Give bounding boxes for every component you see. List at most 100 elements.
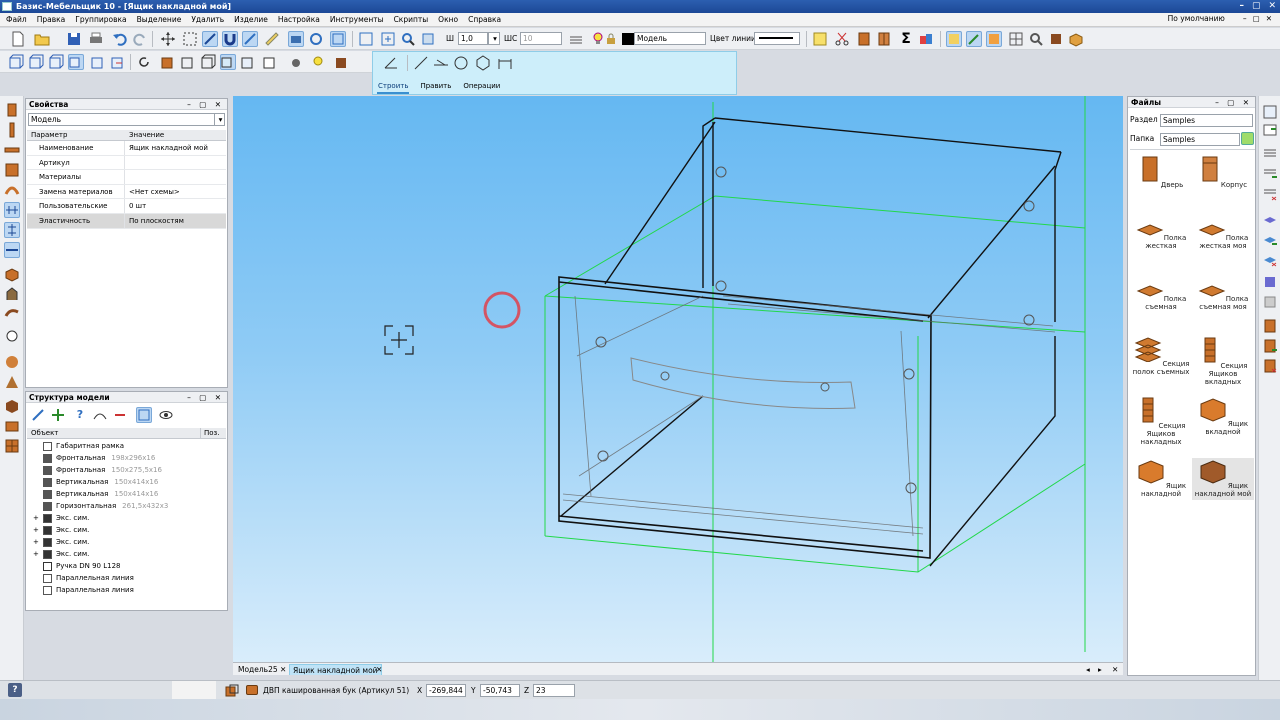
tree-item[interactable]: + Экс. сим. [33,548,226,560]
tree-item[interactable]: Ручка DN 90 L128 [33,560,226,572]
ruler-icon[interactable] [264,31,280,47]
sketch-icon[interactable] [383,55,399,71]
orbit-icon[interactable] [308,31,324,47]
file-item-shelf-removable-mine[interactable]: Полка съемная моя [1192,283,1254,311]
layout-icon[interactable] [986,31,1002,47]
panel-horizontal-icon[interactable] [4,142,20,158]
remove-icon[interactable] [112,407,128,423]
menu-settings[interactable]: Настройка [278,15,320,24]
rotate-view-icon[interactable] [136,54,152,70]
file-item-door[interactable]: Дверь [1130,155,1192,189]
edit-icon[interactable] [966,31,982,47]
drawing-icon[interactable] [946,31,962,47]
grid-icon[interactable] [1008,31,1024,47]
shade-solid-icon[interactable] [160,54,176,70]
snap-icon[interactable] [202,31,218,47]
shade-transparent-icon[interactable] [220,54,236,70]
camera-icon[interactable] [288,31,304,47]
property-row[interactable]: Артикул [27,155,226,171]
tree-item[interactable]: Фронтальная 198x296x16 [33,452,226,464]
box-solid-icon[interactable] [4,398,20,414]
file-item-inset-drawer-section[interactable]: Секция Ящиков вкладных [1192,336,1254,386]
property-row[interactable]: Замена материалов <Нет схемы> [27,184,226,200]
edge-grey-icon[interactable] [1262,294,1278,310]
hole-icon[interactable] [4,328,20,344]
menu-window[interactable]: Окно [438,15,458,24]
minimize-button[interactable]: – [1239,0,1244,13]
panel-icon[interactable] [856,31,872,47]
sh-dropdown-arrow[interactable]: ▾ [488,32,500,45]
facade-add-icon[interactable] [1262,338,1278,354]
property-row[interactable]: Материалы [27,170,226,185]
shade-wire-icon[interactable] [180,54,196,70]
panel-back-icon[interactable] [4,162,20,178]
file-item-overlay-drawer-section[interactable]: Секция Ящиков накладных [1130,396,1192,446]
align-depth-icon[interactable] [4,242,20,258]
tree-item[interactable]: Параллельная линия [33,584,226,596]
curve-icon[interactable] [92,407,108,423]
help-icon[interactable]: ? [8,683,22,697]
menu-product[interactable]: Изделие [234,15,268,24]
hinge-add-icon[interactable] [1262,166,1278,182]
insert-library-icon[interactable] [1262,104,1278,120]
panel-curved-icon[interactable] [4,182,20,198]
cabinet-icon[interactable] [876,31,892,47]
tab-edit[interactable]: Править [419,82,452,94]
view-left-icon[interactable] [48,54,64,70]
view-front-icon[interactable] [8,54,24,70]
shade-hidden-icon[interactable] [200,54,216,70]
insert-fitting-icon[interactable] [1262,122,1278,138]
sum-icon[interactable]: Σ [898,31,914,47]
sphere-icon[interactable] [4,354,20,370]
circle-tool-icon[interactable] [453,55,469,71]
shade-outline-icon[interactable] [262,54,278,70]
tree-item[interactable]: + Экс. сим. [33,536,226,548]
note-icon[interactable] [812,31,828,47]
tree-item[interactable]: Вертикальная 150x414x16 [33,488,226,500]
move-icon[interactable] [160,31,176,47]
edge-icon[interactable] [1262,274,1278,290]
zoom-all-icon[interactable] [380,31,396,47]
menu-group[interactable]: Группировка [75,15,126,24]
file-item-shelf-fixed[interactable]: Полка жесткая [1130,222,1192,250]
polygon-tool-icon[interactable] [475,55,491,71]
zoom-out-icon[interactable] [420,31,436,47]
tools-icon[interactable] [30,407,46,423]
align-vertical-icon[interactable] [4,222,20,238]
view-icon[interactable] [330,31,346,47]
mdi-restore-button[interactable]: ▢ [1253,14,1260,23]
file-item-carcass[interactable]: Корпус [1192,155,1254,189]
dimension-tool-icon[interactable] [497,55,513,71]
select-frame-icon[interactable] [182,31,198,47]
view-preset-dropdown[interactable]: По умолчанию [1168,14,1225,23]
tree-item[interactable]: Параллельная линия [33,572,226,584]
tab-model25[interactable]: Модель25 [235,664,281,675]
file-item-overlay-drawer[interactable]: Ящик накладной [1130,458,1192,498]
folder-select[interactable]: Samples [1160,133,1240,146]
menu-help[interactable]: Справка [468,15,501,24]
zoom-icon[interactable] [400,31,416,47]
shade-edges-icon[interactable] [240,54,256,70]
x-coordinate[interactable]: -269,844 [426,684,466,697]
layers-icon[interactable] [568,31,584,47]
package-icon[interactable] [1068,31,1084,47]
material-icon[interactable] [224,683,240,699]
polyline-tool-icon[interactable] [433,55,449,71]
query-icon[interactable]: ? [72,407,88,423]
tree-item[interactable]: Фронтальная 150x275,5x16 [33,464,226,476]
mdi-minimize-button[interactable]: – [1243,14,1247,23]
close-button[interactable]: ✕ [1268,0,1276,13]
menu-select[interactable]: Выделение [137,15,182,24]
file-item-shelf-removable[interactable]: Полка съемная [1130,283,1192,311]
scissors-icon[interactable] [834,31,850,47]
y-coordinate[interactable]: -50,743 [480,684,520,697]
tabs-close-icon[interactable]: ✕ [1109,664,1121,675]
menu-edit[interactable]: Правка [37,15,66,24]
render-icon[interactable] [288,54,304,70]
view-custom-icon[interactable] [110,54,126,70]
materials-icon[interactable] [918,31,934,47]
file-item-shelf-fixed-mine[interactable]: Полка жесткая моя [1192,222,1254,250]
properties-panel-controls[interactable]: – ▢ ✕ [187,99,224,110]
profile-icon[interactable] [4,286,20,302]
property-row-selected[interactable]: Эластичность По плоскостям [27,213,226,229]
